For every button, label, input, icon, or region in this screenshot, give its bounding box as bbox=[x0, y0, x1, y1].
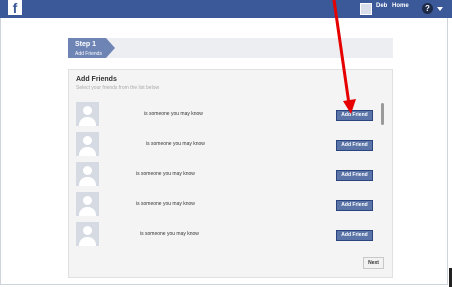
help-icon[interactable]: ? bbox=[422, 3, 433, 14]
step-indicator-arrow bbox=[106, 38, 115, 58]
silhouette-head bbox=[83, 166, 92, 175]
profile-photo-placeholder bbox=[76, 102, 99, 126]
friend-row: is someone you may know Add Friend bbox=[72, 130, 380, 160]
facebook-logo[interactable]: f bbox=[8, 0, 22, 16]
panel-title: Add Friends bbox=[76, 76, 117, 83]
silhouette-head bbox=[83, 196, 92, 205]
list-scrollbar[interactable] bbox=[381, 103, 384, 125]
account-menu-caret-icon[interactable] bbox=[437, 7, 443, 11]
user-avatar[interactable] bbox=[360, 3, 372, 15]
friend-row: is someone you may know Add Friend bbox=[72, 190, 380, 220]
add-friend-button[interactable]: Add Friend bbox=[336, 110, 373, 121]
home-link[interactable]: Home bbox=[392, 3, 409, 9]
step-title: Step 1 bbox=[75, 41, 97, 48]
silhouette-head bbox=[83, 226, 92, 235]
silhouette-head bbox=[83, 106, 92, 115]
silhouette-body bbox=[79, 207, 96, 216]
user-name-link[interactable]: Deb bbox=[376, 3, 387, 9]
add-friend-button[interactable]: Add Friend bbox=[336, 170, 373, 181]
profile-photo-placeholder bbox=[76, 162, 99, 186]
friend-row: is someone you may know Add Friend bbox=[72, 100, 380, 130]
panel-subtitle: Select your friends from the list below bbox=[76, 85, 160, 91]
add-friend-button[interactable]: Add Friend bbox=[336, 200, 373, 211]
profile-photo-placeholder bbox=[76, 132, 99, 156]
friend-description: is someone you may know bbox=[140, 231, 199, 237]
friend-suggestion-list[interactable]: is someone you may know Add Friend is so… bbox=[72, 100, 388, 250]
step-progress-bar bbox=[68, 38, 393, 58]
next-button[interactable]: Next bbox=[363, 257, 384, 269]
friend-description: is someone you may know bbox=[136, 201, 195, 207]
silhouette-body bbox=[79, 147, 96, 156]
friend-description: is someone you may know bbox=[136, 171, 195, 177]
friend-row: is someone you may know Add Friend bbox=[72, 220, 380, 250]
top-bar: f Deb Home ? bbox=[0, 0, 452, 18]
silhouette-body bbox=[79, 237, 96, 246]
add-friend-button[interactable]: Add Friend bbox=[336, 140, 373, 151]
silhouette-body bbox=[79, 117, 96, 126]
friend-description: is someone you may know bbox=[146, 141, 205, 147]
friend-row: is someone you may know Add Friend bbox=[72, 160, 380, 190]
add-friend-button[interactable]: Add Friend bbox=[336, 230, 373, 241]
silhouette-body bbox=[79, 177, 96, 186]
profile-photo-placeholder bbox=[76, 222, 99, 246]
silhouette-head bbox=[83, 136, 92, 145]
friend-description: is someone you may know bbox=[144, 111, 203, 117]
profile-photo-placeholder bbox=[76, 192, 99, 216]
step-subtitle: Add Friends bbox=[75, 51, 102, 57]
